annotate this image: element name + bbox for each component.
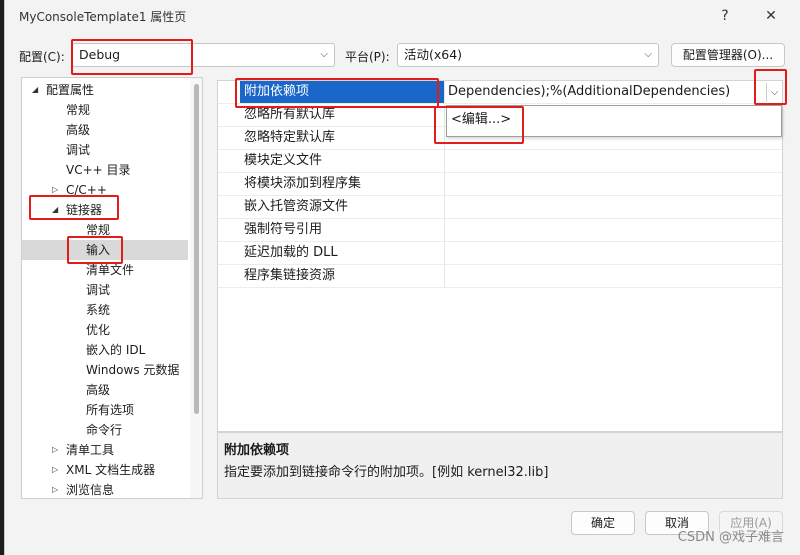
chevron-down-icon: ⌵ — [320, 49, 328, 60]
close-icon[interactable]: ✕ — [757, 4, 785, 28]
tree-item-debugging[interactable]: 调试 — [22, 140, 188, 160]
property-value[interactable] — [448, 242, 782, 264]
property-name: 模块定义文件 — [244, 153, 323, 168]
property-value[interactable] — [448, 150, 782, 172]
property-name: 附加依赖项 — [240, 81, 444, 103]
property-name: 程序集链接资源 — [244, 268, 336, 283]
title-bar: MyConsoleTemplate1 属性页 ? ✕ — [5, 0, 800, 34]
window-title: MyConsoleTemplate1 属性页 — [19, 10, 187, 24]
property-value[interactable] — [448, 173, 782, 195]
tree-scrollbar-thumb[interactable] — [194, 84, 199, 414]
dropdown-edit-item[interactable]: <编辑...> — [451, 110, 511, 130]
expanded-arrow-icon[interactable]: ◢ — [32, 80, 38, 100]
property-name: 忽略所有默认库 — [244, 107, 336, 122]
tree-item-linker-general[interactable]: 常规 — [22, 220, 188, 240]
platform-select[interactable]: 活动(x64) ⌵ — [397, 43, 659, 67]
config-label: 配置(C): — [19, 50, 65, 64]
dropdown-toggle-chevron-icon[interactable]: ⌵ — [766, 83, 782, 102]
tree-item-linker[interactable]: ◢ 链接器 — [22, 200, 188, 220]
grid-row-assembly-link-resource[interactable]: 程序集链接资源 — [218, 265, 782, 288]
tree-item-manifest-file[interactable]: 清单文件 — [22, 260, 188, 280]
tree-item-linker-input[interactable]: 输入 — [22, 240, 188, 260]
tree-item-browse-info[interactable]: ▷ 浏览信息 — [22, 480, 188, 498]
property-name: 将模块添加到程序集 — [244, 176, 362, 191]
help-icon[interactable]: ? — [711, 4, 739, 28]
property-value[interactable] — [448, 265, 782, 287]
tree-item-optimization[interactable]: 优化 — [22, 320, 188, 340]
config-value: Debug — [79, 47, 121, 62]
tree-item-vc-directories[interactable]: VC++ 目录 — [22, 160, 188, 180]
config-manager-button[interactable]: 配置管理器(O)... — [671, 43, 785, 67]
tree-item-linker-advanced[interactable]: 高级 — [22, 380, 188, 400]
grid-row-delay-loaded-dlls[interactable]: 延迟加载的 DLL — [218, 242, 782, 265]
property-name: 强制符号引用 — [244, 222, 323, 237]
tree-item-command-line[interactable]: 命令行 — [22, 420, 188, 440]
property-pages-dialog: MyConsoleTemplate1 属性页 ? ✕ 配置(C): Debug … — [4, 0, 800, 555]
description-title: 附加依赖项 — [224, 443, 290, 458]
grid-row-additional-dependencies[interactable]: 附加依赖项 Dependencies);%(AdditionalDependen… — [218, 81, 782, 104]
tree-item-xml-doc-generator[interactable]: ▷ XML 文档生成器 — [22, 460, 188, 480]
property-value[interactable] — [448, 196, 782, 218]
tree-item-c-cpp[interactable]: ▷ C/C++ — [22, 180, 188, 200]
grid-row-module-definition-file[interactable]: 模块定义文件 — [218, 150, 782, 173]
value-dropdown-list: <编辑...> — [446, 105, 782, 137]
description-panel: 附加依赖项 指定要添加到链接命令行的附加项。[例如 kernel32.lib] — [217, 432, 783, 499]
grid-row-embed-managed-resource[interactable]: 嵌入托管资源文件 — [218, 196, 782, 219]
grid-row-add-module-to-assembly[interactable]: 将模块添加到程序集 — [218, 173, 782, 196]
watermark: CSDN @戏子难言 — [677, 530, 784, 545]
collapsed-arrow-icon[interactable]: ▷ — [52, 480, 58, 498]
property-value[interactable] — [448, 219, 782, 241]
config-select[interactable]: Debug ⌵ — [72, 43, 335, 67]
tree-scrollbar[interactable] — [190, 78, 202, 498]
tree-item-all-options[interactable]: 所有选项 — [22, 400, 188, 420]
tree-item-windows-metadata[interactable]: Windows 元数据 — [22, 360, 188, 380]
tree-item-embedded-idl[interactable]: 嵌入的 IDL — [22, 340, 188, 360]
tree-item-manifest-tool[interactable]: ▷ 清单工具 — [22, 440, 188, 460]
tree-item-advanced[interactable]: 高级 — [22, 120, 188, 140]
grid-row-force-symbol-references[interactable]: 强制符号引用 — [218, 219, 782, 242]
tree-item-config-properties[interactable]: ◢ 配置属性 — [22, 80, 188, 100]
platform-value: 活动(x64) — [404, 47, 463, 62]
ok-button[interactable]: 确定 — [571, 511, 635, 535]
property-name: 延迟加载的 DLL — [244, 245, 338, 260]
description-body: 指定要添加到链接命令行的附加项。[例如 kernel32.lib] — [224, 465, 549, 480]
collapsed-arrow-icon[interactable]: ▷ — [52, 440, 58, 460]
chevron-down-icon: ⌵ — [644, 49, 652, 60]
property-value-input[interactable]: Dependencies);%(AdditionalDependencies) — [448, 81, 782, 103]
property-name: 忽略特定默认库 — [244, 130, 336, 145]
platform-label: 平台(P): — [345, 50, 390, 64]
collapsed-arrow-icon[interactable]: ▷ — [52, 180, 58, 200]
property-name: 嵌入托管资源文件 — [244, 199, 349, 214]
collapsed-arrow-icon[interactable]: ▷ — [52, 460, 58, 480]
tree-item-linker-debugging[interactable]: 调试 — [22, 280, 188, 300]
expanded-arrow-icon[interactable]: ◢ — [52, 200, 58, 220]
property-tree: ◢ 配置属性 常规 高级 调试 VC++ 目录 ▷ C/C++ ◢ 链接器 常规… — [21, 77, 203, 499]
tree-item-general[interactable]: 常规 — [22, 100, 188, 120]
tree-item-system[interactable]: 系统 — [22, 300, 188, 320]
